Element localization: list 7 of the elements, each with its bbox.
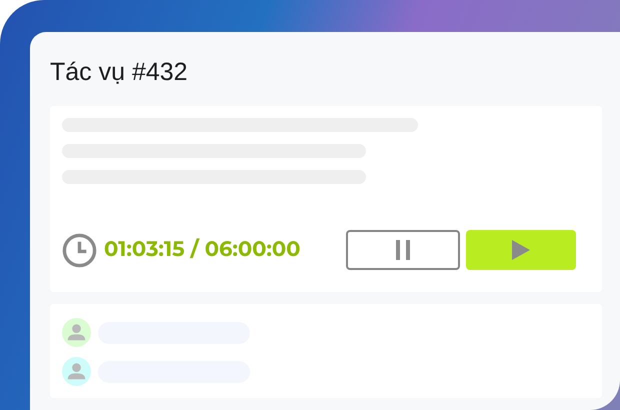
play-icon [512, 240, 530, 260]
pause-button[interactable] [346, 230, 460, 270]
pause-icon [396, 240, 410, 260]
task-title: Tác vụ #432 [50, 57, 189, 88]
timer-reading: 01:03:15 / 06:00:00 [104, 236, 302, 264]
play-button[interactable] [466, 230, 576, 270]
clock-icon [62, 232, 97, 268]
